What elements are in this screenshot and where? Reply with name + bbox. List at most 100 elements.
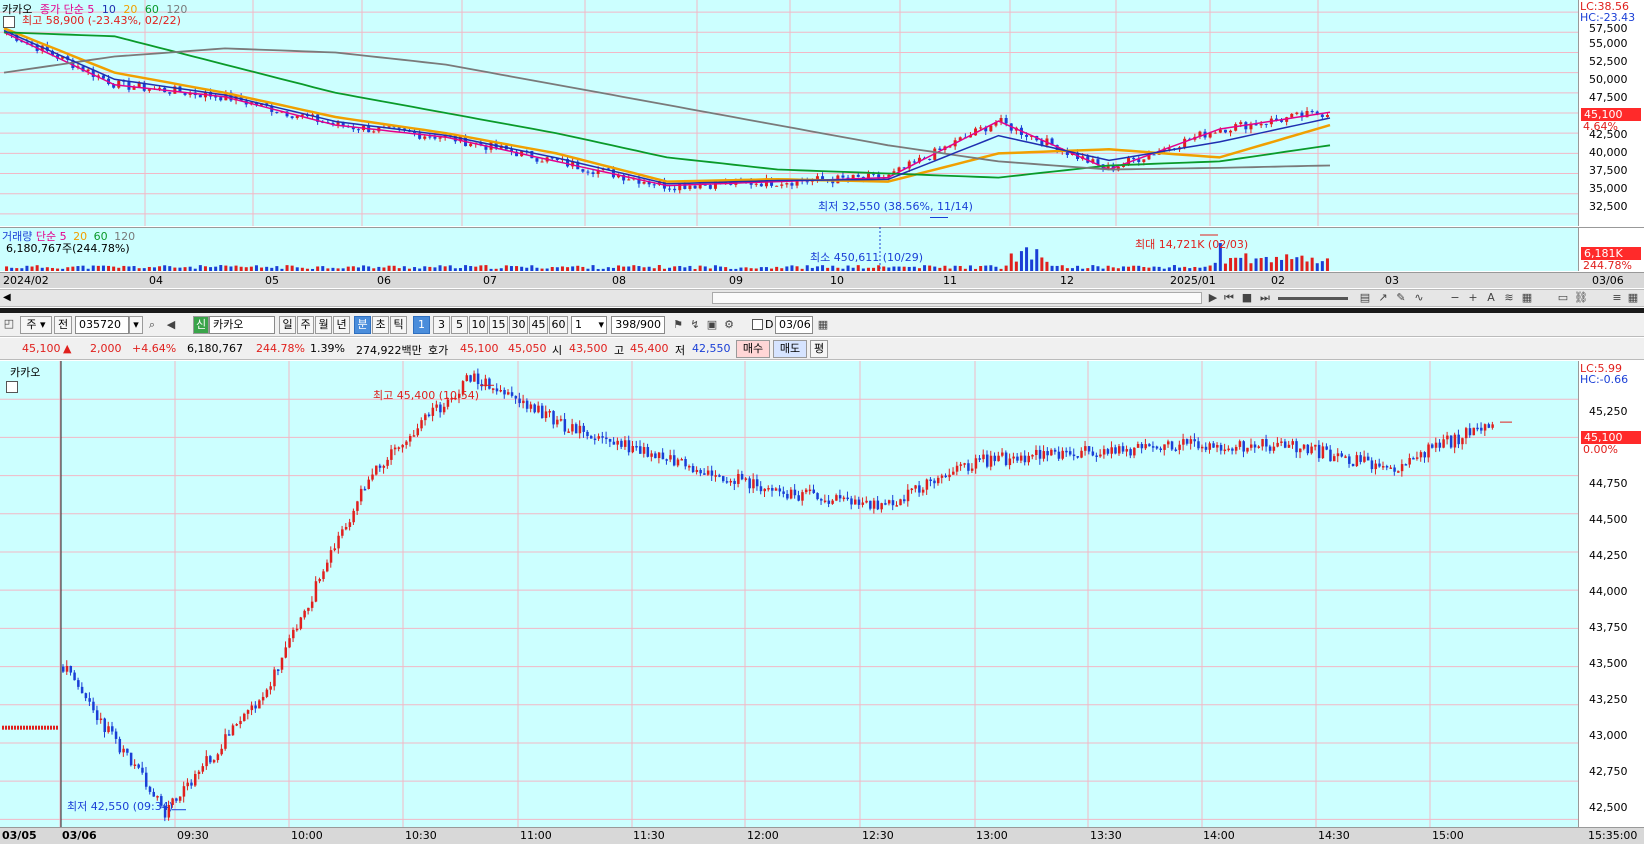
rewind-icon[interactable]: ⏮ <box>1222 291 1236 305</box>
code-dropdown-button[interactable]: ▾ <box>129 316 143 334</box>
volume-bar <box>127 266 131 271</box>
candle-body <box>1397 471 1400 473</box>
period-dropdown[interactable]: 주 ▾ <box>20 316 52 334</box>
scroll-thumb[interactable] <box>712 292 1202 304</box>
period-month[interactable]: 월 <box>315 316 332 334</box>
volume-bar <box>1106 265 1110 271</box>
candle-body <box>1382 466 1385 468</box>
draw-icon[interactable]: ✎ <box>1394 291 1408 305</box>
volume-bar <box>61 268 65 271</box>
calendar-icon[interactable]: ▦ <box>816 318 830 332</box>
candle-body <box>1253 444 1257 448</box>
volume-bar <box>1014 261 1018 271</box>
count-max: /900 <box>636 318 661 331</box>
eval-button[interactable]: 평 <box>810 340 828 358</box>
volume-bar <box>1137 265 1141 271</box>
stock-code-input[interactable]: 035720 <box>75 316 129 334</box>
volume-bar <box>999 268 1003 271</box>
grid2-icon[interactable]: ▦ <box>1626 291 1640 305</box>
candle-body <box>397 447 401 449</box>
layout-icon[interactable]: ◰ <box>2 317 16 331</box>
list-icon[interactable]: ≡ <box>1610 291 1624 305</box>
candle-body <box>948 474 951 478</box>
grid-icon[interactable]: ▦ <box>1520 291 1534 305</box>
candle-body <box>250 705 254 711</box>
top-time-axis: 2024/02 04 05 06 07 08 09 10 11 12 2025/… <box>0 272 1644 288</box>
period-year[interactable]: 년 <box>333 316 350 334</box>
interval-3[interactable]: 3 <box>433 316 450 334</box>
volume-bar <box>943 265 947 271</box>
volume-bar <box>1019 251 1023 271</box>
plus-icon[interactable]: + <box>1466 291 1480 305</box>
scroll-left-arrow[interactable]: ◀ <box>3 292 11 303</box>
chart-scrollbar[interactable]: ◀ ▶ ⏮ ■ ⏭ ▤ ↗ ✎ ∿ − + A ≋ ▦ ▭ ⛓ ≡ ▦ <box>0 289 1644 307</box>
candle-body <box>974 458 978 469</box>
chart-tool-icon[interactable]: ▤ <box>1358 291 1372 305</box>
speaker-icon[interactable]: ◀ <box>164 318 178 332</box>
trend-line-icon[interactable]: ↗ <box>1376 291 1390 305</box>
volume-bar <box>142 268 146 271</box>
candle-body <box>1140 443 1144 449</box>
compare-icon[interactable]: ↯ <box>688 318 702 332</box>
date-checkbox[interactable] <box>752 319 763 330</box>
volume-bar <box>392 265 396 271</box>
fast-forward-icon[interactable]: ⏭ <box>1258 291 1272 305</box>
zoom-slider[interactable] <box>1278 297 1348 300</box>
candle-body <box>41 725 43 730</box>
gear-icon[interactable]: ⚙ <box>722 318 736 332</box>
interval-select[interactable]: 1 ▾ <box>571 316 607 334</box>
text-tool-icon[interactable]: A <box>1484 291 1498 305</box>
volume-bar <box>183 267 187 271</box>
period-tick[interactable]: 틱 <box>390 316 407 334</box>
intraday-x-tick: 10:00 <box>291 829 323 842</box>
period-week[interactable]: 주 <box>297 316 314 334</box>
interval-60[interactable]: 60 <box>549 316 568 334</box>
top-x-tick: 02 <box>1271 274 1285 287</box>
fibonacci-icon[interactable]: ≋ <box>1502 291 1516 305</box>
minus-icon[interactable]: − <box>1448 291 1462 305</box>
period-minute[interactable]: 분 <box>354 316 371 334</box>
date-input[interactable]: 03/06 <box>775 316 813 334</box>
count-field[interactable]: 398/900 <box>611 316 665 334</box>
interval-15[interactable]: 15 <box>489 316 508 334</box>
candle-body <box>591 172 595 175</box>
candle-body <box>586 171 590 173</box>
intraday-settings-icon[interactable] <box>6 381 18 393</box>
volume-bar <box>76 266 80 271</box>
volume-bar <box>1065 268 1069 271</box>
volume-bar <box>356 267 360 271</box>
interval-1[interactable]: 1 <box>413 316 430 334</box>
volume-chart[interactable] <box>0 227 1578 271</box>
candle-body <box>1027 455 1030 463</box>
period-label: 년 <box>336 318 347 331</box>
link-icon[interactable]: ⛓ <box>1574 291 1588 305</box>
period-second[interactable]: 초 <box>372 316 389 334</box>
interval-10[interactable]: 10 <box>469 316 488 334</box>
interval-5[interactable]: 5 <box>451 316 468 334</box>
chart-settings-icon[interactable] <box>3 16 15 28</box>
buy-button[interactable]: 매수 <box>736 340 770 358</box>
save-icon[interactable]: ▣ <box>705 318 719 332</box>
interval-30[interactable]: 30 <box>509 316 528 334</box>
volume-bar <box>464 265 468 271</box>
period-day[interactable]: 일 <box>279 316 296 334</box>
candle-body <box>1332 456 1336 462</box>
indicator-icon[interactable]: ⚑ <box>671 318 685 332</box>
stop-icon[interactable]: ■ <box>1240 291 1254 305</box>
layout-icon[interactable]: ▭ <box>1556 291 1570 305</box>
candle-body <box>503 389 506 395</box>
scroll-right-arrow[interactable]: ▶ <box>1206 291 1220 305</box>
volume-bar <box>627 266 631 271</box>
sell-button[interactable]: 매도 <box>773 340 807 358</box>
prev-button[interactable]: 전 <box>54 316 72 334</box>
top-price-chart[interactable] <box>0 0 1578 226</box>
stock-name-field[interactable]: 카카오 <box>209 316 275 334</box>
wave-icon[interactable]: ∿ <box>1412 291 1426 305</box>
volume-bar <box>545 268 549 271</box>
search-icon[interactable]: ⌕ <box>145 318 159 332</box>
candle-body <box>854 499 857 505</box>
volume-bar <box>887 267 891 271</box>
interval-45[interactable]: 45 <box>529 316 548 334</box>
intraday-price-chart[interactable] <box>0 361 1578 827</box>
candle-body <box>473 373 476 382</box>
